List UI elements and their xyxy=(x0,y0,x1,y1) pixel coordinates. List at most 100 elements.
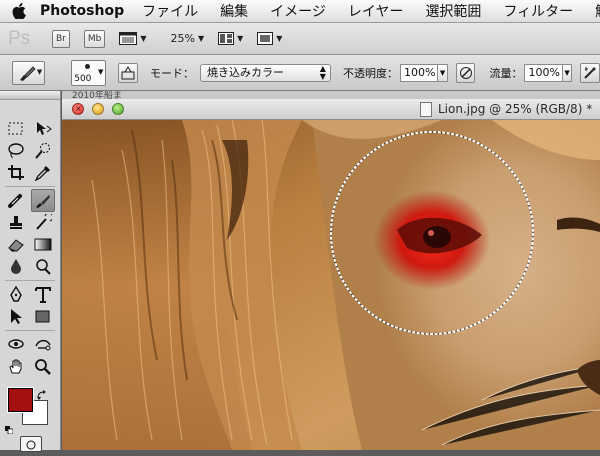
crop-tool[interactable] xyxy=(5,162,27,183)
apple-logo-icon[interactable] xyxy=(12,3,26,19)
move-tool[interactable] xyxy=(32,118,54,139)
minimize-window-button[interactable] xyxy=(92,103,104,115)
hand-tool[interactable] xyxy=(5,356,27,377)
rectangle-tool[interactable] xyxy=(32,306,54,327)
menu-edit[interactable]: 編集 xyxy=(220,1,248,21)
mode-select[interactable]: 焼き込みカラー ▲ ▼ xyxy=(199,63,331,82)
dodge-icon xyxy=(36,259,51,275)
opacity-input[interactable]: 100% xyxy=(399,63,439,82)
document-icon xyxy=(420,101,432,117)
flow-slider-toggle[interactable]: ▼ xyxy=(562,63,573,82)
mode-label: モード： xyxy=(149,66,194,80)
blur-tool[interactable] xyxy=(5,256,27,277)
burn-tool-icon xyxy=(20,65,36,81)
minibridge-button[interactable]: Mb xyxy=(83,29,106,48)
flow-input[interactable]: 100% xyxy=(524,63,563,82)
default-colors-icon[interactable] xyxy=(5,419,14,435)
application-bar: Ps Br Mb ▼ 25% ▼ ▼ ▼ xyxy=(0,23,600,55)
brush-panel-icon xyxy=(121,65,135,79)
quick-selection-tool[interactable] xyxy=(32,140,54,161)
airbrush-icon xyxy=(584,66,596,79)
tool-preset-picker[interactable]: ▼ xyxy=(12,60,46,85)
screen-mode-dropdown[interactable]: ▼ xyxy=(257,32,282,45)
chevron-down-icon: ▼ xyxy=(98,67,104,76)
menu-layer[interactable]: レイヤー xyxy=(348,1,404,21)
move-icon xyxy=(37,122,52,135)
menu-file[interactable]: ファイル xyxy=(142,1,198,21)
close-icon: × xyxy=(75,104,82,113)
crop-icon xyxy=(8,165,24,180)
type-icon xyxy=(35,287,51,303)
healing-brush-icon xyxy=(8,194,22,208)
pen-icon xyxy=(10,286,22,302)
chevron-down-icon: ▼ xyxy=(276,34,283,43)
gradient-icon xyxy=(34,238,52,251)
options-bar: ▼ 500 ▼ モード： 焼き込みカラー ▲ ▼ 不透明度： 100% ▼ 流量：… xyxy=(0,55,600,91)
gradient-tool[interactable] xyxy=(32,234,54,255)
tools-separator xyxy=(5,330,55,331)
tools-separator xyxy=(5,186,55,187)
arrange-documents-dropdown[interactable]: ▼ xyxy=(218,32,243,45)
mode-value: 焼き込みカラー xyxy=(206,65,284,79)
pressure-opacity-button[interactable] xyxy=(455,62,476,83)
spot-healing-brush-tool[interactable] xyxy=(5,190,27,211)
menu-app-name[interactable]: Photoshop xyxy=(40,3,124,19)
path-selection-icon xyxy=(11,309,22,324)
zoom-level-value: 25% xyxy=(170,32,195,45)
film-strip-icon xyxy=(119,32,138,45)
eyedropper-tool[interactable] xyxy=(32,162,54,183)
lasso-icon xyxy=(8,143,24,159)
brush-panel-toggle[interactable] xyxy=(118,62,138,83)
tools-panel xyxy=(0,91,61,452)
hand-icon xyxy=(9,359,22,374)
arrange-documents-icon xyxy=(218,32,235,45)
zoom-level-dropdown[interactable]: 25% ▼ xyxy=(171,32,205,45)
history-brush-icon xyxy=(36,214,52,230)
eraser-tool[interactable] xyxy=(5,234,27,255)
marquee-icon xyxy=(8,122,23,135)
background-document-strip[interactable]: 2010年船ま xyxy=(62,91,600,99)
photoshop-logo: Ps xyxy=(8,27,31,49)
clone-stamp-tool[interactable] xyxy=(5,212,27,233)
stamp-icon xyxy=(10,216,22,229)
foreground-color-swatch[interactable] xyxy=(7,387,34,413)
quick-selection-icon xyxy=(35,143,50,159)
opacity-slider-toggle[interactable]: ▼ xyxy=(438,63,448,82)
screen-mode-icon xyxy=(257,32,274,45)
menu-select[interactable]: 選択範囲 xyxy=(425,1,481,21)
document-canvas[interactable] xyxy=(62,120,600,450)
brush-size-value: 500 xyxy=(74,73,92,84)
document-title: Lion.jpg @ 25% (RGB/8) * xyxy=(438,102,593,116)
brush-preset-picker[interactable]: 500 ▼ xyxy=(71,59,107,86)
tools-panel-grip[interactable] xyxy=(0,91,60,100)
burn-tool[interactable] xyxy=(31,189,55,212)
zoom-window-button[interactable] xyxy=(112,103,124,115)
dodge-tool[interactable] xyxy=(32,256,54,277)
rectangular-marquee-tool[interactable] xyxy=(5,118,27,139)
3d-orbit-tool[interactable] xyxy=(32,334,54,355)
menu-image[interactable]: イメージ xyxy=(270,1,326,21)
chevron-down-icon: ▼ xyxy=(237,34,244,43)
close-window-button[interactable]: × xyxy=(72,103,84,115)
document-title-bar[interactable]: × Lion.jpg @ 25% (RGB/8) * xyxy=(62,99,600,120)
3d-orbit-icon xyxy=(35,339,51,351)
history-brush-tool[interactable] xyxy=(32,212,54,233)
menu-analysis[interactable]: 解析 xyxy=(595,1,600,21)
bridge-button[interactable]: Br xyxy=(52,29,70,48)
lasso-tool[interactable] xyxy=(5,140,27,161)
swap-colors-icon[interactable] xyxy=(37,385,47,400)
flow-label: 流量： xyxy=(489,66,523,80)
3d-rotate-tool[interactable] xyxy=(5,334,27,355)
type-tool[interactable] xyxy=(32,284,54,305)
zoom-tool[interactable] xyxy=(32,356,54,377)
path-selection-tool[interactable] xyxy=(5,306,27,327)
chevron-down-icon: ▼ xyxy=(140,34,147,43)
menu-filter[interactable]: フィルター xyxy=(503,1,573,21)
view-extras-dropdown[interactable]: ▼ xyxy=(119,32,147,45)
lion-photo xyxy=(62,120,600,450)
water-drop-icon xyxy=(11,259,21,274)
tools-separator xyxy=(5,280,55,281)
eyedropper-icon xyxy=(34,166,50,181)
airbrush-button[interactable] xyxy=(580,62,600,83)
pen-tool[interactable] xyxy=(5,284,27,305)
